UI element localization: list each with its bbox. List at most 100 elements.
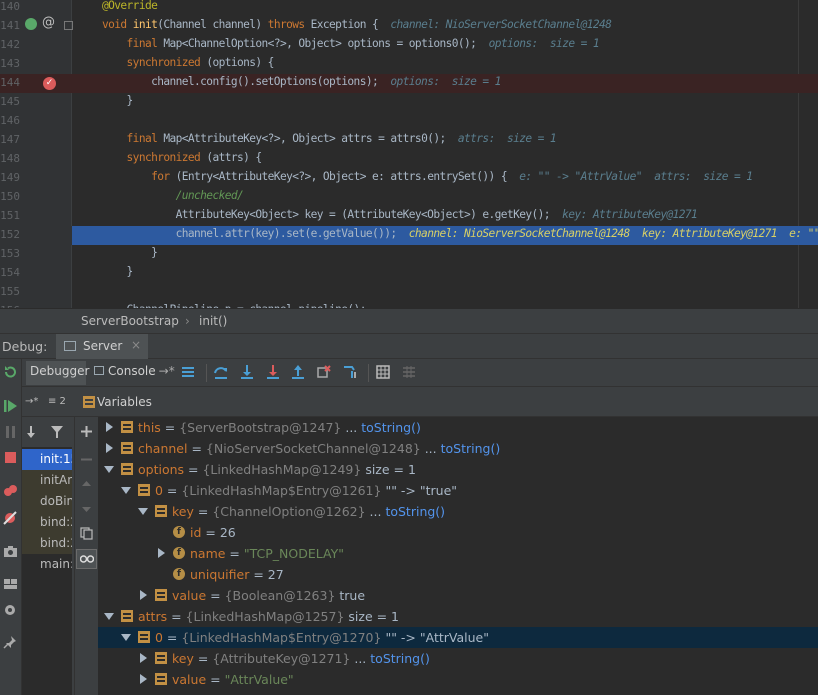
expand-right-icon[interactable]	[140, 674, 147, 684]
variable-name: key	[172, 651, 194, 666]
stack-frame[interactable]: init:15	[22, 449, 72, 470]
expand-right-icon[interactable]	[158, 548, 165, 558]
variable-equals: =	[225, 546, 244, 561]
session-tab-server[interactable]: Server ×	[56, 334, 148, 359]
show-watches-toggle[interactable]	[76, 549, 97, 569]
expand-down-icon[interactable]	[138, 508, 148, 515]
variable-row[interactable]: f id = 26	[98, 522, 818, 543]
override-icon[interactable]	[25, 18, 37, 30]
breakpoint-icon[interactable]: ✓	[43, 77, 56, 90]
variable-row[interactable]: channel = {NioServerSocketChannel@1248} …	[98, 438, 818, 459]
code-line[interactable]: 142 final Map<ChannelOption<?>, Object> …	[0, 36, 818, 55]
step-out-icon[interactable]	[290, 364, 306, 380]
variable-row[interactable]: this = {ServerBootstrap@1247} ... toStri…	[98, 417, 818, 438]
move-down-icon[interactable]	[80, 503, 93, 516]
expand-right-icon[interactable]	[106, 422, 113, 432]
thread-selector[interactable]: →*	[25, 396, 38, 407]
breadcrumb-method[interactable]: init()	[199, 314, 227, 328]
tostring-link[interactable]: toString()	[370, 651, 430, 666]
pause-icon[interactable]	[3, 425, 18, 439]
view-breakpoints-icon[interactable]	[3, 484, 18, 498]
line-number: 143	[0, 57, 20, 70]
pin-icon[interactable]	[3, 635, 18, 649]
stack-frame[interactable]: initAn	[22, 470, 72, 491]
expand-down-icon[interactable]	[104, 466, 114, 473]
code-line[interactable]: 149 for (Entry<AttributeKey<?>, Object> …	[0, 169, 818, 188]
variable-row[interactable]: f name = "TCP_NODELAY"	[98, 543, 818, 564]
copy-icon[interactable]	[80, 527, 93, 540]
force-step-into-icon[interactable]	[265, 364, 281, 380]
expand-right-icon[interactable]	[140, 590, 147, 600]
filter-icon[interactable]	[50, 425, 64, 439]
trace-stream-icon[interactable]	[401, 364, 417, 380]
code-line[interactable]: 143 synchronized (options) {	[0, 55, 818, 74]
tostring-link[interactable]: toString()	[441, 441, 501, 456]
frames-count[interactable]: ≡ 2	[48, 396, 66, 407]
code-line[interactable]: 155	[0, 283, 818, 302]
expand-down-icon[interactable]	[121, 634, 131, 641]
run-to-cursor-icon[interactable]	[342, 364, 358, 380]
variable-row[interactable]: 0 = {LinkedHashMap$Entry@1261} "" -> "tr…	[98, 480, 818, 501]
variable-row[interactable]: key = {ChannelOption@1262} ... toString(…	[98, 501, 818, 522]
show-execution-point-icon[interactable]	[180, 364, 196, 380]
stack-frame[interactable]: doBin	[22, 491, 72, 512]
variable-row[interactable]: attrs = {LinkedHashMap@1257} size = 1	[98, 606, 818, 627]
stack-frame[interactable]: bind:2	[22, 533, 72, 554]
step-into-icon[interactable]	[239, 364, 255, 380]
expand-right-icon[interactable]	[106, 443, 113, 453]
code-line[interactable]: 145 }	[0, 93, 818, 112]
variable-row[interactable]: value = {Boolean@1263} true	[98, 585, 818, 606]
code-line[interactable]: 144 channel.config().setOptions(options)…	[0, 74, 818, 93]
code-line[interactable]: 150 /unchecked/	[0, 188, 818, 207]
tostring-link[interactable]: toString()	[385, 504, 445, 519]
code-line[interactable]: 156 ChannelPipeline p = channel.pipeline…	[0, 302, 818, 308]
code-line[interactable]: 147 final Map<AttributeKey<?>, Object> a…	[0, 131, 818, 150]
variable-row[interactable]: value = "AttrValue"	[98, 669, 818, 690]
expand-down-icon[interactable]	[104, 613, 114, 620]
breadcrumb-class[interactable]: ServerBootstrap	[81, 314, 179, 328]
fold-icon[interactable]	[64, 21, 73, 30]
stack-frame[interactable]: bind:2	[22, 512, 72, 533]
layout-icon[interactable]	[3, 577, 18, 591]
camera-icon[interactable]	[3, 544, 18, 558]
code-line[interactable]: 141 void init(Channel channel) throws Exc…	[0, 17, 818, 36]
tab-debugger[interactable]: Debugger	[26, 361, 89, 385]
code-text: for (Entry<AttributeKey<?>, Object> e: a…	[102, 170, 753, 183]
move-up-icon[interactable]	[80, 477, 93, 490]
variable-row[interactable]: f uniquifier = 27	[98, 564, 818, 585]
expand-right-icon[interactable]	[140, 653, 147, 663]
variable-row[interactable]: key = {AttributeKey@1271} ... toString()	[98, 648, 818, 669]
mute-breakpoints-icon[interactable]	[3, 511, 18, 525]
remove-watch-icon[interactable]	[80, 453, 93, 466]
code-line[interactable]: 152 channel.attr(key).set(e.getValue());…	[0, 226, 818, 245]
variable-row[interactable]: 0 = {LinkedHashMap$Entry@1270} "" -> "At…	[98, 627, 818, 648]
code-text: void init(Channel channel) throws Except…	[102, 18, 612, 31]
code-line[interactable]: 146	[0, 112, 818, 131]
expand-down-icon[interactable]	[121, 487, 131, 494]
stack-frame[interactable]: main:	[22, 554, 72, 575]
step-over-icon[interactable]	[213, 364, 229, 380]
code-line[interactable]: 153 }	[0, 245, 818, 264]
variable-string-value: "AttrValue"	[224, 672, 294, 687]
add-watch-icon[interactable]	[80, 425, 93, 438]
rerun-icon[interactable]	[3, 365, 18, 379]
drop-frame-icon[interactable]	[316, 364, 332, 380]
variables-tree[interactable]: this = {ServerBootstrap@1247} ... toStri…	[98, 417, 818, 695]
frames-list[interactable]: init:15initAndoBinbind:2bind:2main:	[22, 447, 72, 695]
settings-gear-icon[interactable]	[3, 603, 18, 617]
code-line[interactable]: 148 synchronized (attrs) {	[0, 150, 818, 169]
arrow-down-icon[interactable]	[24, 425, 38, 439]
code-token: @Override	[102, 0, 158, 12]
tab-console[interactable]: Console →*	[90, 361, 175, 385]
stop-icon[interactable]	[3, 451, 18, 465]
evaluate-expression-icon[interactable]	[375, 364, 391, 380]
code-line[interactable]: 151 AttributeKey<Object> key = (Attribut…	[0, 207, 818, 226]
code-line[interactable]: 154 }	[0, 264, 818, 283]
close-icon[interactable]: ×	[131, 338, 141, 352]
code-line[interactable]: 140 @Override	[0, 0, 818, 17]
code-token: options: size = 1	[488, 37, 600, 50]
variable-row[interactable]: options = {LinkedHashMap@1249} size = 1	[98, 459, 818, 480]
tostring-link[interactable]: toString()	[361, 420, 421, 435]
code-editor[interactable]: 140 @Override 141 void init(Channel channel…	[0, 0, 818, 308]
resume-icon[interactable]	[3, 399, 18, 413]
